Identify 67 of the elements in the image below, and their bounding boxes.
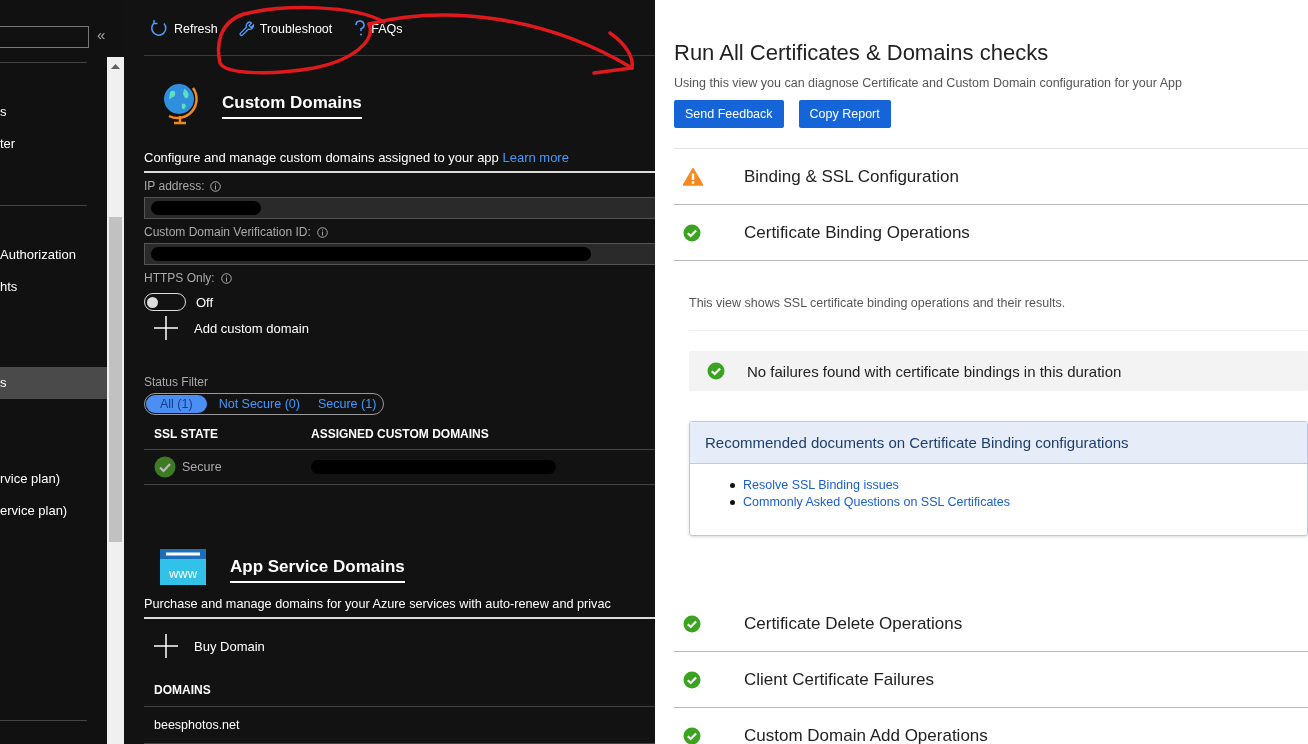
document-link[interactable]: Resolve SSL Binding issues <box>743 478 899 492</box>
info-icon <box>316 226 328 238</box>
detail-description: This view shows SSL certificate binding operations and their results. <box>689 261 1308 331</box>
column-header: SSL STATE <box>144 419 301 450</box>
section-heading: Custom Domains <box>222 93 362 119</box>
refresh-button[interactable]: Refresh <box>150 19 226 38</box>
field-label: IP address: <box>144 179 205 193</box>
card-header: Recommended documents on Certificate Binding configurations <box>690 422 1307 464</box>
add-custom-domain-button[interactable]: Add custom domain <box>144 311 309 345</box>
scrollbar-thumb[interactable] <box>109 217 122 542</box>
check-circle-icon <box>683 670 701 689</box>
text-field[interactable] <box>144 197 655 219</box>
sidebar-item[interactable]: hts <box>0 271 107 303</box>
web-icon: www <box>160 549 206 585</box>
check-row[interactable]: Certificate Binding Operations <box>674 205 1308 261</box>
copy-report-button[interactable]: Copy Report <box>798 100 891 128</box>
field-label: Custom Domain Verification ID: <box>144 225 311 239</box>
faqs-button[interactable]: FAQs <box>352 20 411 37</box>
column-header: ASSIGNED CUSTOM DOMAINS <box>301 419 655 450</box>
panel-title: Run All Certificates & Domains checks <box>674 40 1050 66</box>
document-link[interactable]: Commonly Asked Questions on SSL Certificates <box>743 495 1011 509</box>
bullet-icon <box>730 482 735 488</box>
plus-icon <box>154 316 178 340</box>
learn-more-link[interactable]: Learn more <box>502 150 569 165</box>
sidebar-item[interactable]: s <box>0 96 107 128</box>
collapse-button[interactable]: « <box>97 26 106 43</box>
check-circle-icon <box>683 614 701 633</box>
table-cell: Secure <box>182 460 222 474</box>
section-heading: App Service Domains <box>230 557 405 583</box>
question-icon <box>352 20 367 37</box>
scroll-up-icon <box>110 61 121 72</box>
sidebar-item[interactable]: ter <box>0 128 107 160</box>
plus-icon <box>154 634 178 658</box>
check-circle-icon <box>154 456 176 478</box>
refresh-icon <box>150 19 169 38</box>
warning-icon <box>683 167 703 186</box>
check-row[interactable]: Client Certificate Failures <box>674 652 1308 708</box>
check-circle-icon <box>683 223 701 242</box>
search-field[interactable] <box>0 26 89 48</box>
info-icon <box>210 180 222 192</box>
section-description: Purchase and manage domains for your Azure services with auto-renew and privac <box>144 585 655 619</box>
section-description: Configure and manage custom domains assigned to your app Learn more <box>144 138 655 173</box>
text-field[interactable] <box>144 243 655 265</box>
check-row[interactable]: Binding & SSL Configuration <box>674 149 1308 205</box>
buy-domain-button[interactable]: Buy Domain <box>144 629 265 663</box>
scrollbar[interactable] <box>107 57 124 744</box>
result-message: No failures found with certificate bindings in this duration <box>689 351 1308 391</box>
wrench-icon <box>237 20 255 37</box>
filter-label: Status Filter <box>144 375 210 389</box>
filter-option[interactable]: Secure (1) <box>311 395 383 413</box>
info-icon <box>220 272 232 284</box>
check-row[interactable]: Custom Domain Add Operations <box>674 708 1308 744</box>
field-label: HTTPS Only: <box>144 271 215 285</box>
column-header: DOMAINS <box>144 667 655 707</box>
troubleshoot-button[interactable]: Troubleshoot <box>237 20 341 37</box>
sidebar-item[interactable]: rvice plan) <box>0 463 107 495</box>
panel-subtitle: Using this view you can diagnose Certificate and Custom Domain configuration for your App <box>674 76 1183 90</box>
sidebar-item[interactable]: ervice plan) <box>0 495 107 527</box>
sidebar-item[interactable]: s <box>0 367 107 399</box>
filter-option[interactable]: Not Secure (0) <box>212 395 306 413</box>
toggle-state: Off <box>196 294 214 310</box>
bullet-icon <box>730 499 735 505</box>
send-feedback-button[interactable]: Send Feedback <box>674 100 784 128</box>
sidebar-item[interactable]: Authorization <box>0 239 107 271</box>
check-row[interactable]: Certificate Delete Operations <box>674 596 1308 652</box>
check-circle-icon <box>707 362 725 380</box>
table-cell: beesphotos.net <box>144 706 655 744</box>
